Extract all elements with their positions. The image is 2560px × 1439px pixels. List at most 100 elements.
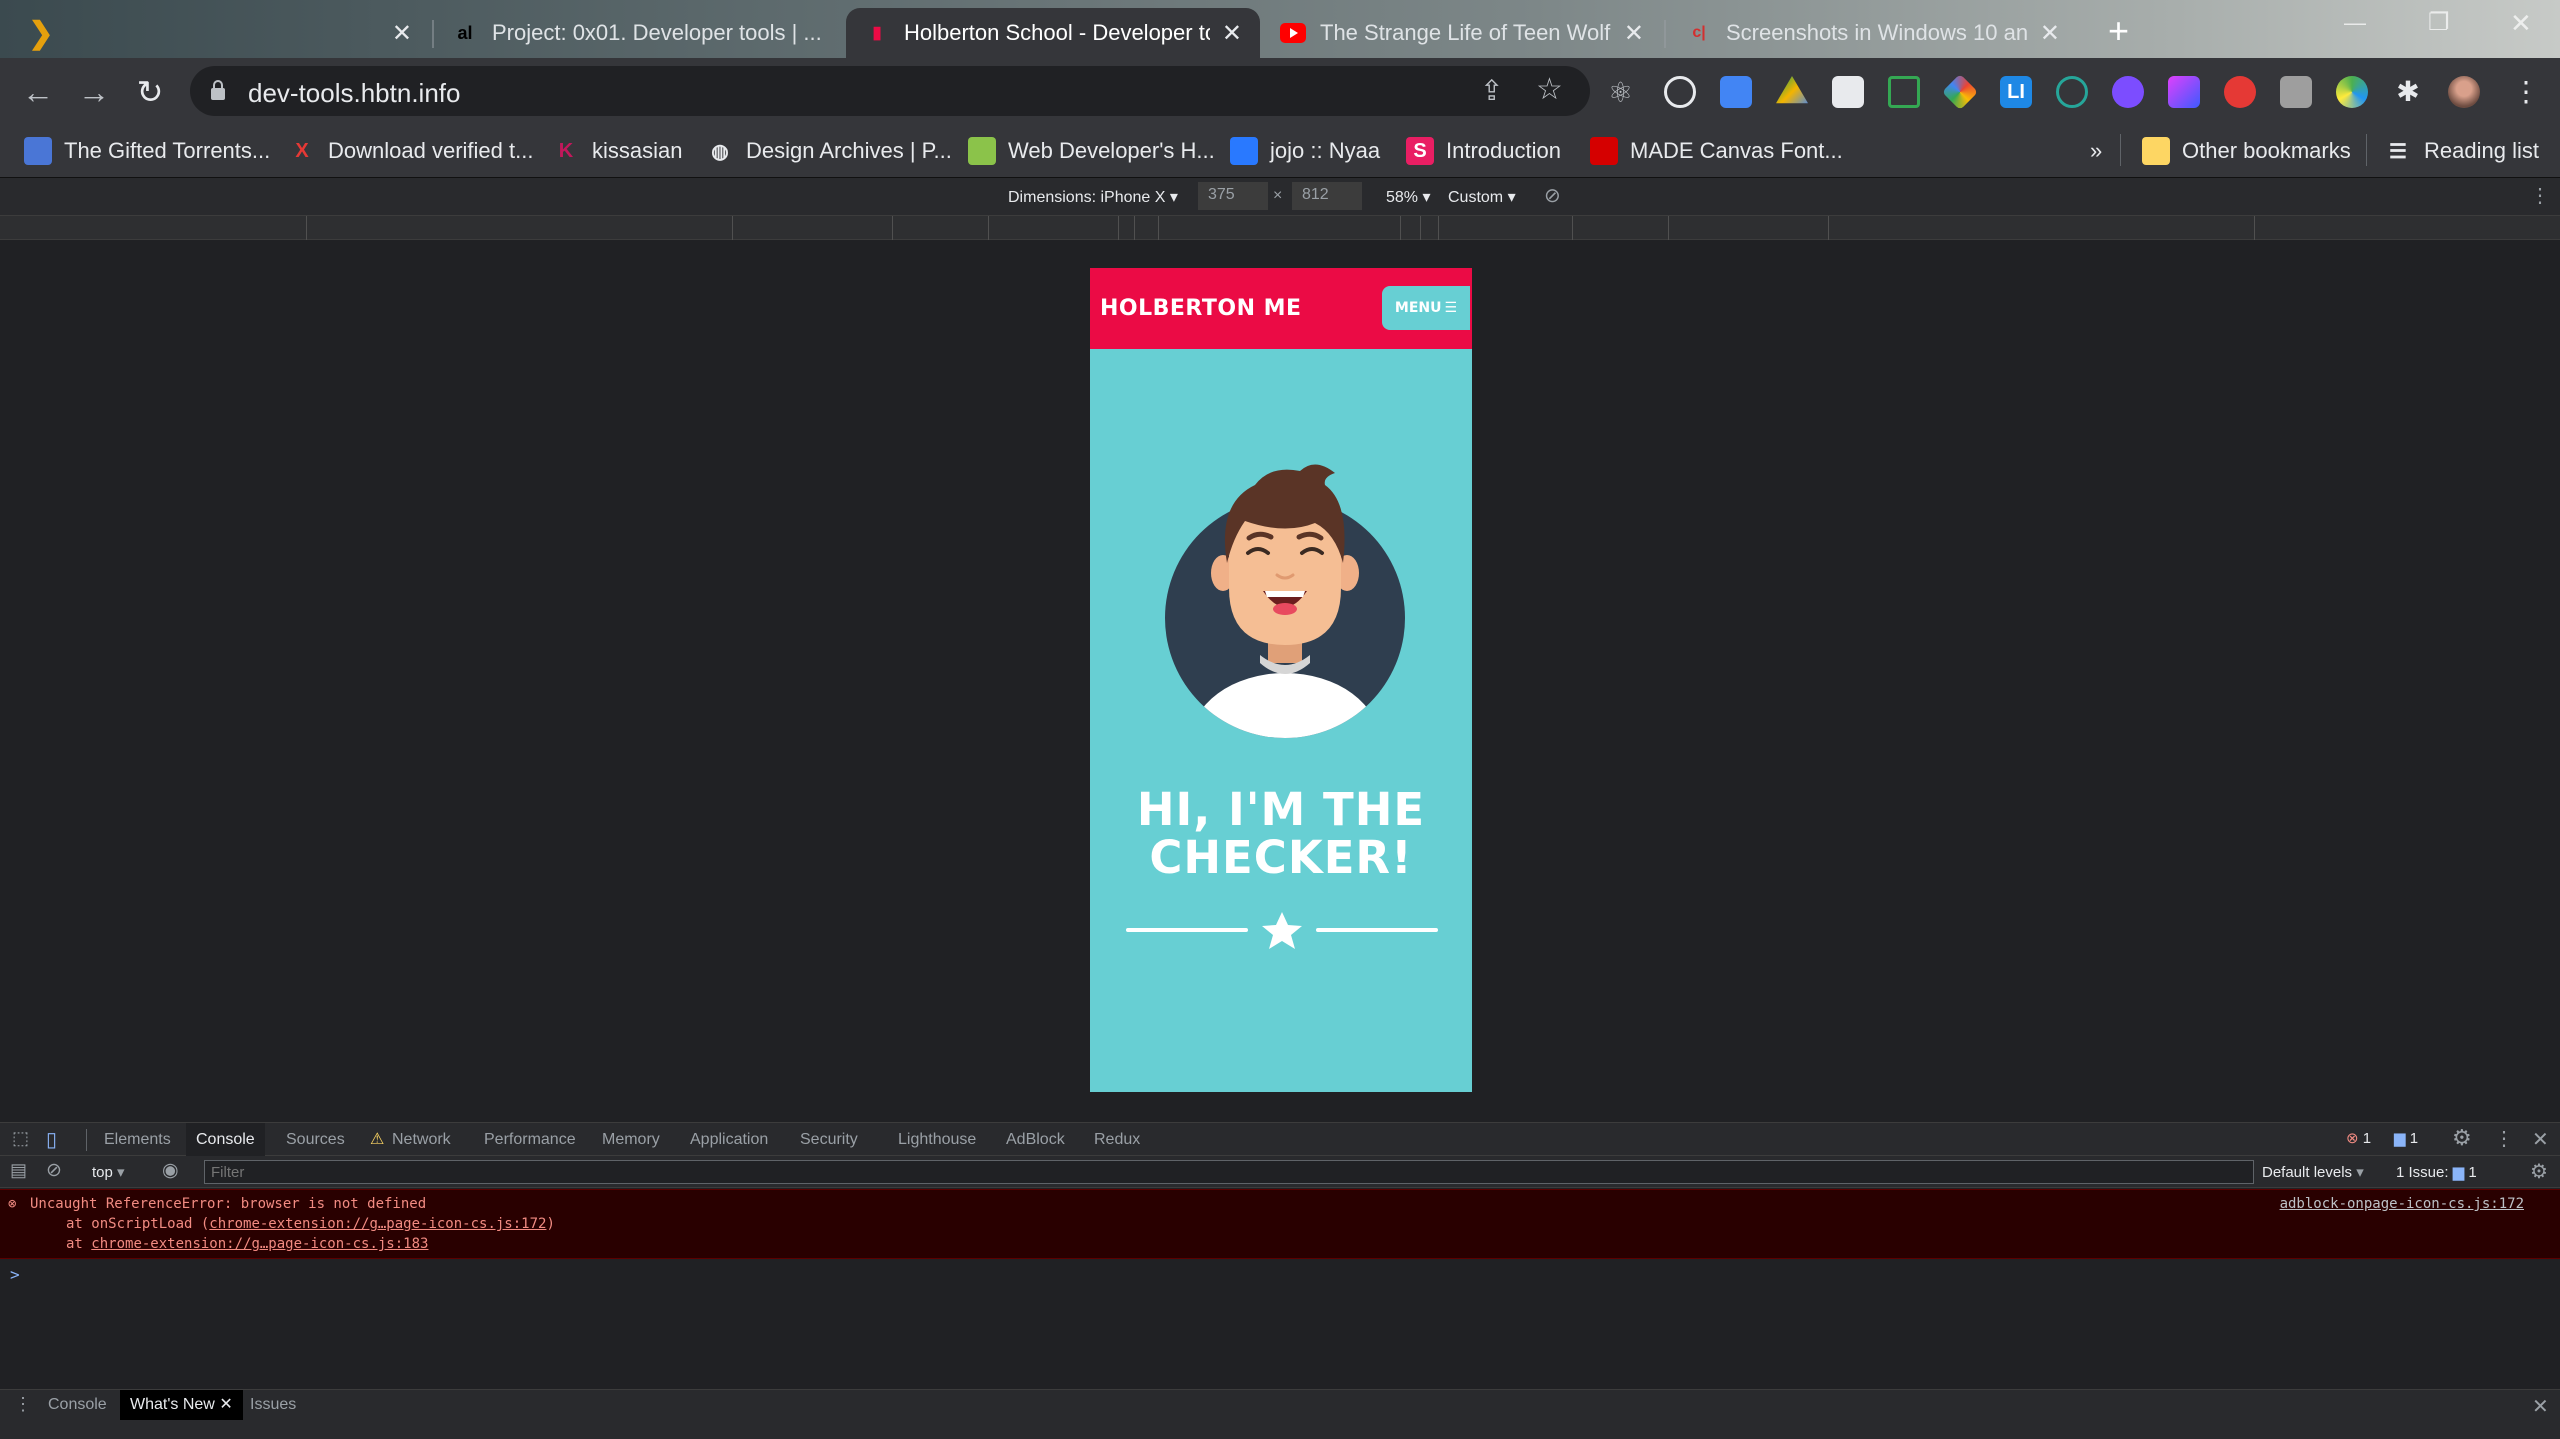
tab-security[interactable]: Security — [790, 1123, 868, 1156]
close-tab-icon[interactable]: ✕ — [1624, 19, 1644, 48]
browser-menu-icon[interactable]: ⋮ — [2510, 76, 2542, 108]
tab-application[interactable]: Application — [680, 1123, 778, 1156]
divider-line-right — [1316, 928, 1438, 932]
share-icon[interactable]: ⇪ — [1480, 74, 1503, 107]
drawer-tab-whats-new[interactable]: What's New ✕ — [120, 1390, 243, 1420]
device-toolbar-menu-icon[interactable]: ⋮ — [2530, 183, 2550, 208]
tab-sources[interactable]: Sources — [276, 1123, 355, 1156]
device-toggle-icon[interactable]: ▯ — [46, 1127, 57, 1152]
bookmark-label: Design Archives | P... — [746, 138, 952, 163]
browser-tab-1[interactable]: ❯ ✕ — [10, 8, 430, 58]
error-source-link[interactable]: adblock-onpage-icon-cs.js:172 — [2280, 1196, 2524, 1212]
restore-button[interactable]: ❐ — [2428, 8, 2450, 37]
extension-gradient-icon[interactable] — [2168, 76, 2200, 108]
react-icon[interactable]: ⚛ — [1608, 76, 1640, 108]
tab-network[interactable]: Network — [382, 1123, 461, 1156]
eye-icon[interactable]: ◉ — [162, 1159, 179, 1182]
clear-console-icon[interactable]: ⊘ — [46, 1159, 62, 1182]
translate-icon[interactable] — [1720, 76, 1752, 108]
tab-console[interactable]: Console — [186, 1123, 265, 1156]
bookmark-item[interactable]: jojo :: Nyaa — [1230, 136, 1380, 166]
stack-link[interactable]: chrome-extension://g…page-icon-cs.js:183 — [91, 1236, 428, 1252]
sidebar-toggle-icon[interactable]: ▤ — [10, 1160, 27, 1181]
forward-icon[interactable]: → — [74, 72, 114, 112]
alx-icon: al — [457, 22, 473, 43]
inspect-element-icon[interactable]: ⬚ — [12, 1128, 29, 1149]
extension-globe-icon[interactable] — [2336, 76, 2368, 108]
issues-button[interactable]: 1 Issue: ▆ 1 — [2396, 1163, 2477, 1181]
device-dimensions-select[interactable]: Dimensions: iPhone X ▾ — [1008, 187, 1178, 207]
browser-tab-active[interactable]: ▮ Holberton School - Developer to ✕ — [846, 8, 1260, 58]
more-bookmarks-button[interactable]: » — [2090, 136, 2102, 166]
throttle-select[interactable]: Custom ▾ — [1448, 187, 1516, 207]
other-bookmarks[interactable]: Other bookmarks — [2142, 136, 2351, 166]
profile-avatar[interactable] — [2448, 76, 2480, 108]
console-filter-input[interactable] — [204, 1160, 2254, 1184]
device-height-input[interactable]: 812 — [1292, 182, 1362, 210]
close-tab-icon[interactable]: ✕ — [392, 19, 412, 48]
bookmark-item[interactable]: Web Developer's H... — [968, 136, 1215, 166]
tab-elements[interactable]: Elements — [94, 1123, 181, 1156]
bookmark-item[interactable]: ◍ Design Archives | P... — [706, 136, 952, 166]
calendar-icon[interactable] — [1832, 76, 1864, 108]
colorpick-icon[interactable] — [1941, 73, 1979, 111]
other-bookmarks-label: Other bookmarks — [2182, 138, 2351, 163]
tab-redux[interactable]: Redux — [1084, 1123, 1150, 1156]
browser-tab-2[interactable]: al Project: 0x01. Developer tools | ... — [434, 8, 844, 58]
bookmark-item[interactable]: MADE Canvas Font... — [1590, 136, 1843, 166]
extension-teal-icon[interactable] — [2056, 76, 2088, 108]
bookmark-item[interactable]: Kkissasian — [552, 136, 683, 166]
context-select[interactable]: top ▾ — [92, 1163, 125, 1181]
menu-button[interactable]: MENU ☰ — [1382, 286, 1470, 330]
close-window-button[interactable]: ✕ — [2510, 8, 2532, 39]
tab-lighthouse[interactable]: Lighthouse — [888, 1123, 986, 1156]
console-settings-icon[interactable]: ⚙ — [2530, 1159, 2548, 1184]
close-tab-icon[interactable]: ✕ — [2040, 19, 2060, 48]
new-tab-button[interactable]: + — [2108, 10, 2129, 52]
drawer-tab-issues[interactable]: Issues — [240, 1390, 306, 1420]
extensions-puzzle-icon[interactable]: ✱ — [2392, 76, 2424, 108]
screenshot-icon[interactable] — [1888, 76, 1920, 108]
torrent-icon — [24, 137, 52, 165]
close-tab-icon[interactable]: ✕ — [1222, 19, 1242, 48]
message-counter[interactable]: ▆ 1 — [2394, 1129, 2418, 1147]
log-levels-select[interactable]: Default levels ▾ — [2262, 1163, 2364, 1181]
target-icon[interactable] — [1664, 76, 1696, 108]
browser-tab-5[interactable]: c| Screenshots in Windows 10 and ✕ — [1668, 8, 2078, 58]
close-devtools-icon[interactable]: ✕ — [2532, 1127, 2549, 1152]
zoom-select[interactable]: 58% ▾ — [1386, 187, 1431, 207]
devtools-menu-icon[interactable]: ⋮ — [2494, 1126, 2514, 1151]
drawer-tab-console[interactable]: Console — [38, 1390, 117, 1420]
device-width-input[interactable]: 375 — [1198, 182, 1268, 210]
extension-gray-icon[interactable] — [2280, 76, 2312, 108]
reload-icon[interactable]: ↻ — [130, 72, 170, 112]
extension-purple-icon[interactable] — [2112, 76, 2144, 108]
close-drawer-icon[interactable]: ✕ — [2532, 1394, 2549, 1419]
bookmark-item[interactable]: The Gifted Torrents... — [24, 136, 270, 166]
error-counter[interactable]: ⊗ 1 — [2346, 1129, 2371, 1147]
close-icon[interactable]: ✕ — [219, 1396, 232, 1413]
divider-line-left — [1126, 928, 1248, 932]
bookmark-item[interactable]: S Introduction — [1406, 136, 1561, 166]
device-viewport: HOLBERTON ME MENU ☰ HI, I'M THE CHECKER! — [0, 240, 2560, 1122]
address-bar[interactable]: dev-tools.hbtn.info ⇪ ☆ — [190, 66, 1590, 116]
drawer-menu-icon[interactable]: ⋮ — [14, 1394, 32, 1415]
tab-memory[interactable]: Memory — [592, 1123, 670, 1156]
tab-adblock[interactable]: AdBlock — [996, 1123, 1075, 1156]
star-bookmark-icon[interactable]: ☆ — [1536, 72, 1563, 107]
bookmark-label: Web Developer's H... — [1008, 138, 1215, 163]
bookmark-item[interactable]: X Download verified t... — [288, 136, 533, 166]
reading-list[interactable]: ☰ Reading list — [2384, 136, 2539, 166]
settings-gear-icon[interactable]: ⚙ — [2452, 1125, 2472, 1151]
minimize-button[interactable]: — — [2344, 10, 2366, 36]
rotate-icon[interactable]: ⊘ — [1544, 183, 1561, 208]
adblock-icon[interactable] — [2224, 76, 2256, 108]
console-prompt[interactable]: > — [10, 1265, 20, 1284]
stack-link[interactable]: chrome-extension://g…page-icon-cs.js:172 — [209, 1216, 546, 1232]
brand-logo[interactable]: HOLBERTON ME — [1100, 296, 1302, 321]
back-icon[interactable]: ← — [18, 72, 58, 112]
li-icon[interactable]: LI — [2000, 76, 2032, 108]
tab-performance[interactable]: Performance — [474, 1123, 586, 1156]
drive-icon[interactable] — [1776, 76, 1808, 104]
browser-tab-4[interactable]: The Strange Life of Teen Wolf - Y ✕ — [1262, 8, 1662, 58]
